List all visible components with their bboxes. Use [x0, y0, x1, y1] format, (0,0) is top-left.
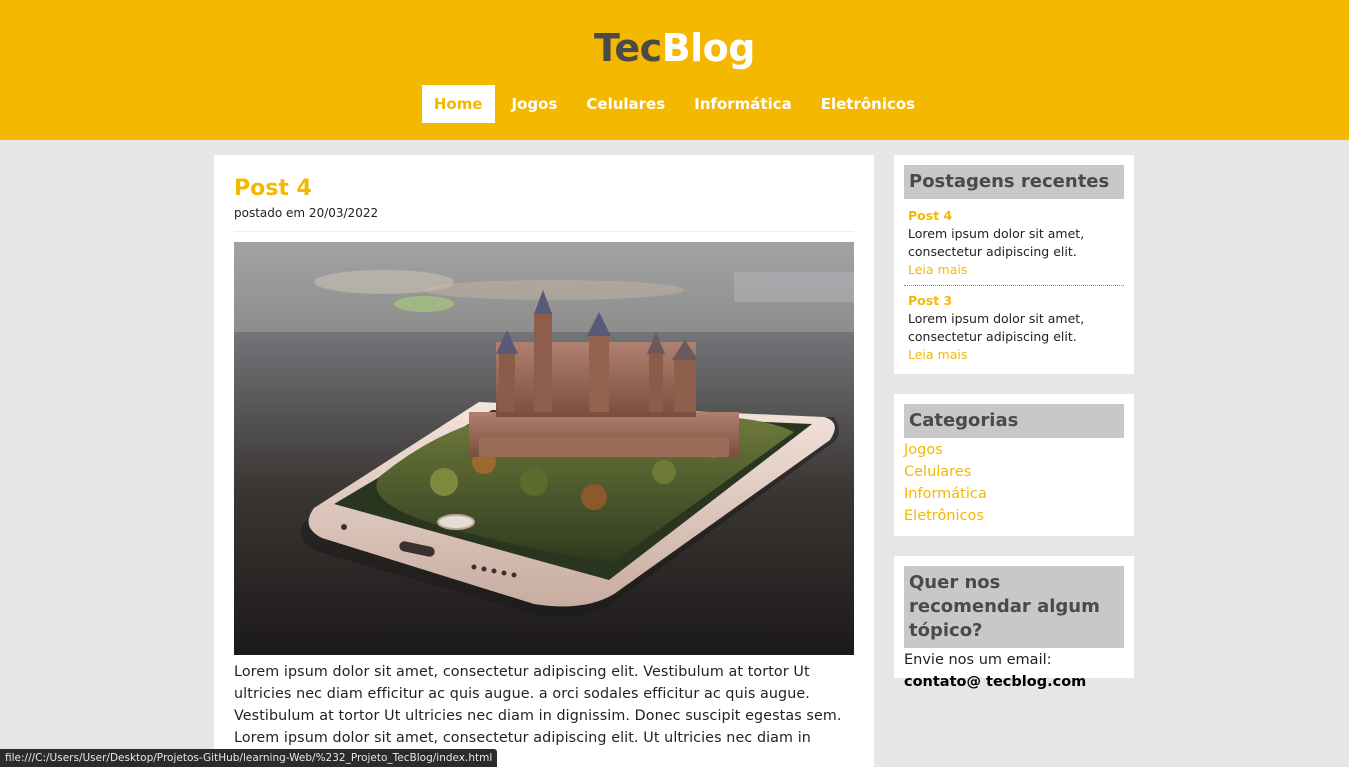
recommend-text: Envie nos um email:: [904, 652, 1052, 668]
post-article: Post 4 postado em 20/03/2022 Lorem ipsum…: [214, 155, 874, 767]
site-header: TecBlog Home Jogos Celulares Informática…: [0, 0, 1349, 140]
nav-celulares[interactable]: Celulares: [574, 85, 677, 123]
nav-jogos[interactable]: Jogos: [500, 85, 570, 123]
recent-post-item: Post 4 Lorem ipsum dolor sit amet, conse…: [904, 201, 1124, 286]
nav-eletronicos[interactable]: Eletrônicos: [809, 85, 927, 123]
recent-posts-title: Postagens recentes: [904, 165, 1124, 199]
browser-status-bar: file:///C:/Users/User/Desktop/Projetos-G…: [0, 749, 498, 767]
recent-post-text: Lorem ipsum dolor sit amet, consectetur …: [908, 311, 1085, 344]
recent-post-title[interactable]: Post 3: [908, 292, 1119, 310]
main-nav: Home Jogos Celulares Informática Eletrôn…: [0, 85, 1349, 123]
category-eletronicos[interactable]: Eletrônicos: [904, 505, 1124, 527]
recent-post-title[interactable]: Post 4: [908, 207, 1119, 225]
post-image: [234, 242, 854, 655]
post-body: Lorem ipsum dolor sit amet, consectetur …: [234, 664, 842, 746]
post-title[interactable]: Post 4: [234, 175, 854, 203]
recent-post-text: Lorem ipsum dolor sit amet, consectetur …: [908, 226, 1085, 259]
nav-home[interactable]: Home: [421, 85, 495, 123]
recommend-title: Quer nos recomendar algum tópico?: [904, 566, 1124, 648]
recent-posts-widget: Postagens recentes Post 4 Lorem ipsum do…: [894, 155, 1134, 374]
category-informatica[interactable]: Informática: [904, 483, 1124, 505]
recent-post-item: Post 3 Lorem ipsum dolor sit amet, conse…: [904, 286, 1124, 364]
phone-castle-image: [234, 242, 854, 655]
post-date: postado em 20/03/2022: [234, 206, 854, 232]
recommend-widget: Quer nos recomendar algum tópico? Envie …: [894, 556, 1134, 690]
read-more-link[interactable]: Leia mais: [908, 346, 1119, 364]
categories-title: Categorias: [904, 404, 1124, 438]
logo-tec: Tec: [594, 26, 662, 70]
category-celulares[interactable]: Celulares: [904, 461, 1124, 483]
category-jogos[interactable]: Jogos: [904, 439, 1124, 461]
categories-widget: Categorias Jogos Celulares Informática E…: [894, 394, 1134, 536]
contact-email[interactable]: contato@ tecblog.com: [904, 671, 1124, 693]
nav-informatica[interactable]: Informática: [682, 85, 804, 123]
read-more-link[interactable]: Leia mais: [908, 261, 1119, 279]
site-logo[interactable]: TecBlog: [0, 26, 1349, 70]
logo-blog: Blog: [661, 26, 756, 70]
